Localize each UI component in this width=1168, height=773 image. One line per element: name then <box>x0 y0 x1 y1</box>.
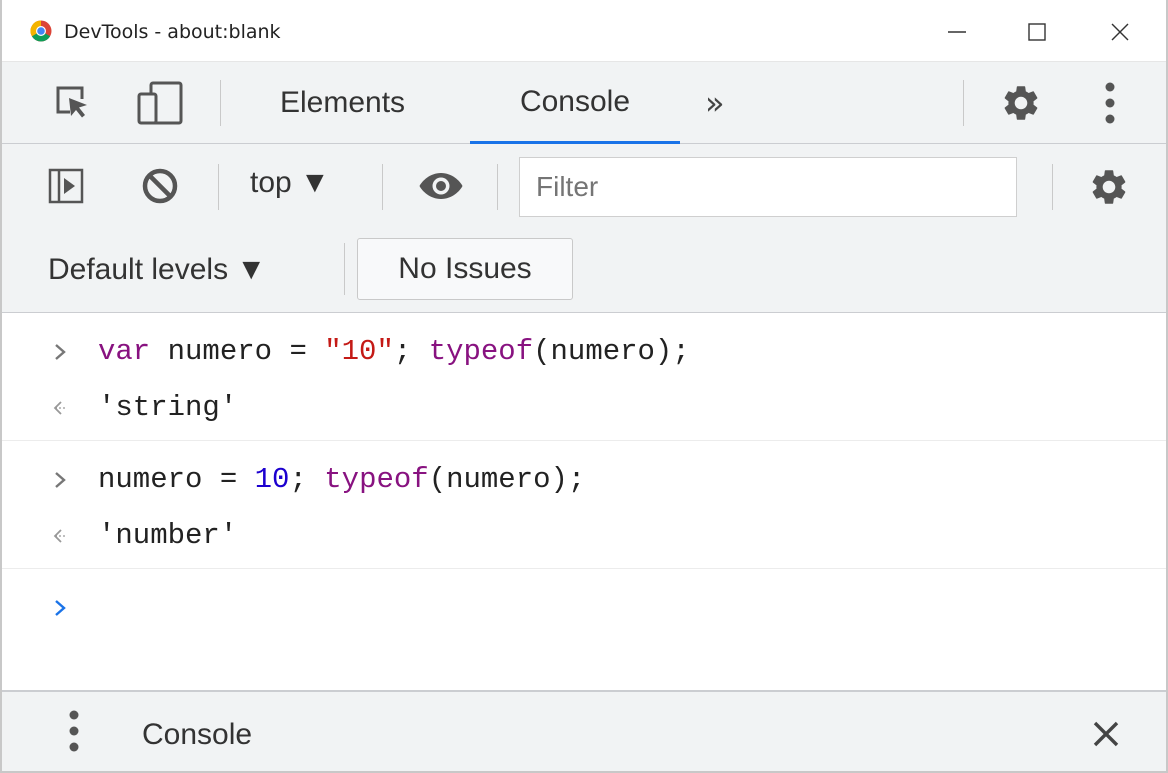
kebab-menu-icon <box>69 710 79 752</box>
gear-icon <box>1004 86 1038 120</box>
active-prompt-chevron-icon <box>50 593 70 623</box>
window-title: DevTools - about:blank <box>64 21 281 43</box>
eye-icon <box>419 173 463 199</box>
console-result-line: 'number' <box>2 505 1166 569</box>
close-icon <box>1093 721 1119 747</box>
show-sidebar-button[interactable] <box>46 166 86 206</box>
minimize-button[interactable] <box>935 10 979 54</box>
kebab-menu-icon <box>1105 82 1115 124</box>
console-code: numero = 10; typeof(numero); <box>98 463 586 496</box>
title-bar: DevTools - about:blank <box>2 0 1166 62</box>
toolbar-divider <box>497 164 498 210</box>
toolbar-divider <box>963 80 964 126</box>
chrome-icon <box>30 20 52 42</box>
console-settings-button[interactable] <box>1086 164 1132 210</box>
console-input-line: var numero = "10"; typeof(numero); <box>2 321 1166 385</box>
clear-console-button[interactable] <box>140 166 180 206</box>
device-toolbar-button[interactable] <box>134 80 186 126</box>
drawer-bar: Console <box>2 690 1166 771</box>
inspect-element-button[interactable] <box>50 80 94 124</box>
tab-elements[interactable]: Elements <box>280 62 405 144</box>
panel-tab-bar: Elements Console » <box>2 62 1166 144</box>
close-icon <box>1111 23 1129 41</box>
result-arrow-icon <box>50 393 70 423</box>
tab-label: Elements <box>280 86 406 119</box>
toolbar-divider <box>220 80 221 126</box>
drawer-menu-button[interactable] <box>56 706 92 756</box>
console-result: 'string' <box>98 391 238 424</box>
inspect-element-icon <box>56 86 87 118</box>
console-result-line: 'string' <box>2 377 1166 441</box>
window-close-button[interactable] <box>1098 10 1142 54</box>
settings-button[interactable] <box>998 80 1044 126</box>
log-levels-dropdown[interactable]: Default levels ▼ <box>48 253 266 287</box>
tab-console[interactable]: Console <box>470 62 680 144</box>
gear-icon <box>1092 170 1126 204</box>
minimize-icon <box>948 31 966 33</box>
close-drawer-button[interactable] <box>1086 714 1126 754</box>
console-input-line: numero = 10; typeof(numero); <box>2 449 1166 513</box>
issues-button[interactable]: No Issues <box>357 238 573 300</box>
console-levels-bar: Default levels ▼ No Issues <box>2 229 1166 313</box>
result-arrow-icon <box>50 521 70 551</box>
maximize-button[interactable] <box>1015 10 1059 54</box>
device-mode-icon <box>137 81 183 125</box>
toolbar-divider <box>344 243 345 295</box>
customize-menu-button[interactable] <box>1092 78 1128 128</box>
filter-input[interactable] <box>519 157 1017 217</box>
console-messages[interactable]: var numero = "10"; typeof(numero); 'stri… <box>2 313 1166 690</box>
console-code: var numero = "10"; typeof(numero); <box>98 335 690 368</box>
live-expression-button[interactable] <box>416 168 466 204</box>
toolbar-divider <box>218 164 219 210</box>
toolbar-divider <box>382 164 383 210</box>
toolbar-divider <box>1052 164 1053 210</box>
tab-label: Console <box>519 84 631 118</box>
more-tabs-button[interactable]: » <box>705 84 725 122</box>
prompt-chevron-icon <box>50 465 70 495</box>
maximize-icon <box>1028 23 1046 41</box>
drawer-tab-console[interactable]: Console <box>142 718 252 752</box>
devtools-window: DevTools - about:blank Elements Console … <box>0 0 1168 773</box>
context-selector[interactable]: top ▼ <box>250 166 330 200</box>
block-icon <box>142 168 178 204</box>
console-prompt[interactable] <box>2 577 1166 641</box>
prompt-chevron-icon <box>50 337 70 367</box>
console-result: 'number' <box>98 519 238 552</box>
sidebar-toggle-icon <box>48 168 84 204</box>
